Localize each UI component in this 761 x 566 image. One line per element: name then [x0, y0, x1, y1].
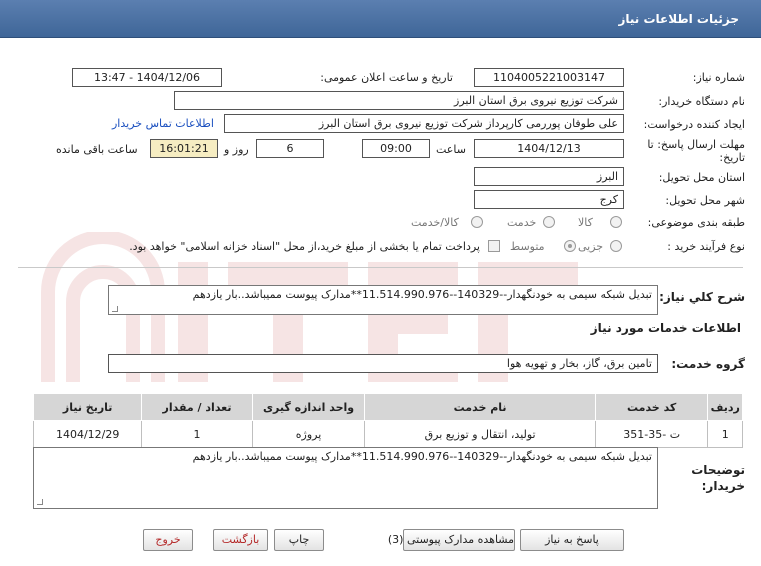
cell-need-date: 1404/12/29	[32, 420, 143, 448]
cell-unit: پروژه	[251, 420, 366, 448]
process-option-minor: جزیی	[578, 240, 604, 253]
announce-field: 1404/12/06 - 13:47	[72, 68, 222, 87]
view-attachments-button[interactable]: مشاهده مدارک پیوستی (3)	[388, 529, 515, 551]
creator-label: ایجاد کننده درخواست:	[643, 118, 745, 131]
deadline-time-field: 09:00	[362, 139, 430, 158]
column-header-service-name: نام خدمت	[364, 393, 596, 421]
page-title: جزئیات اطلاعات نیاز	[618, 12, 739, 26]
buyer-notes-textarea[interactable]: تبدیل شبکه سیمی به خودنگهدار--140329--11…	[33, 447, 658, 509]
category-radio-goods-service[interactable]	[471, 216, 483, 228]
category-option-service: خدمت	[507, 216, 537, 229]
process-radio-minor[interactable]	[610, 240, 622, 252]
column-header-need-date: تاریخ نیاز	[32, 393, 143, 421]
remaining-label: ساعت باقی مانده	[56, 143, 138, 156]
cell-service-name: تولید، انتقال و توزیع برق	[364, 420, 596, 448]
back-button[interactable]: بازگشت	[213, 529, 268, 551]
buyer-notes-label: توضیحات	[691, 463, 745, 477]
deadline-date-field: 1404/12/13	[474, 139, 624, 158]
city-field: کرج	[474, 190, 624, 209]
remaining-time-field: 16:01:21	[150, 139, 218, 158]
cell-row-number: 1	[707, 420, 743, 448]
service-group-label: گروه خدمت:	[671, 357, 745, 371]
column-header-unit: واحد اندازه گیری	[251, 393, 366, 421]
category-radio-goods[interactable]	[610, 216, 622, 228]
buyer-org-label: نام دستگاه خریدار:	[658, 95, 745, 108]
process-radio-medium[interactable]	[564, 240, 576, 252]
description-textarea[interactable]: تبدیل شبکه سیمی به خودنگهدار--140329--11…	[108, 285, 658, 315]
print-button[interactable]: چاپ	[274, 529, 324, 551]
category-radio-service[interactable]	[543, 216, 555, 228]
column-header-quantity: تعداد / مقدار	[141, 393, 253, 421]
exit-button[interactable]: خروج	[143, 529, 193, 551]
table-row: 1 ت -35-351 تولید، انتقال و توزیع برق پر…	[32, 420, 743, 448]
announce-label: تاریخ و ساعت اعلان عمومی:	[320, 71, 453, 84]
category-option-goods-service: کالا/خدمت	[411, 216, 459, 229]
resize-grip-icon[interactable]	[37, 499, 43, 505]
province-label: استان محل تحویل:	[658, 171, 745, 184]
description-label: شرح كلي نياز:	[659, 290, 745, 304]
divider	[18, 267, 743, 268]
reply-button[interactable]: پاسخ به نیاز	[520, 529, 624, 551]
buyer-notes-label-2: خریدار:	[701, 479, 745, 493]
process-label: نوع فرآیند خرید :	[667, 240, 745, 253]
cell-quantity: 1	[141, 420, 253, 448]
cell-service-code: ت -35-351	[594, 420, 709, 448]
days-field: 6	[256, 139, 324, 158]
treasury-note: پرداخت تمام یا بخشی از مبلغ خرید،از محل …	[129, 240, 480, 253]
deadline-label: مهلت ارسال پاسخ: تا	[647, 138, 745, 151]
column-header-row-number: ردیف	[707, 393, 743, 421]
treasury-checkbox[interactable]	[488, 240, 500, 252]
province-field: البرز	[474, 167, 624, 186]
creator-field: علی طوفان پوررمی کارپرداز شرکت توزیع نیر…	[224, 114, 624, 133]
process-option-medium: متوسط	[510, 240, 545, 253]
table-header-row: ردیف کد خدمت نام خدمت واحد اندازه گیری ت…	[32, 393, 743, 421]
days-label: روز و	[224, 143, 249, 156]
buyer-org-field: شرکت توزیع نیروی برق استان البرز	[174, 91, 624, 110]
deadline-label-date: تاریخ:	[719, 151, 745, 164]
column-header-service-code: کد خدمت	[594, 393, 709, 421]
category-label: طبقه بندی موضوعی:	[647, 216, 745, 229]
services-section-title: اطلاعات خدمات مورد نیاز	[590, 321, 741, 335]
services-table: ردیف کد خدمت نام خدمت واحد اندازه گیری ت…	[32, 393, 743, 448]
need-number-label: شماره نیاز:	[692, 71, 745, 84]
resize-grip-icon[interactable]	[112, 306, 118, 312]
buyer-contact-link[interactable]: اطلاعات تماس خریدار	[112, 117, 214, 130]
need-number-field: 1104005221003147	[474, 68, 624, 87]
city-label: شهر محل تحویل:	[665, 194, 745, 207]
deadline-time-label: ساعت	[436, 143, 466, 156]
service-group-field: تامین برق، گاز، بخار و تهویه هوا	[108, 354, 658, 373]
category-option-goods: کالا	[578, 216, 593, 229]
